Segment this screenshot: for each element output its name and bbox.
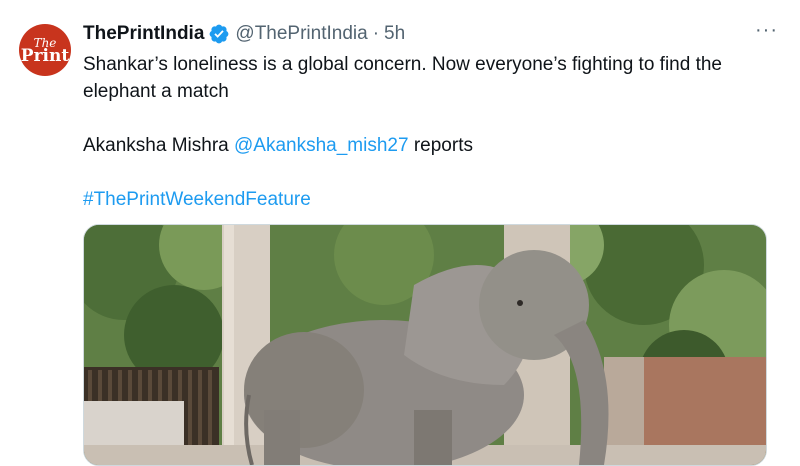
tweet-text: Shankar’s loneliness is a global concern…: [83, 51, 783, 213]
timestamp[interactable]: 5h: [384, 23, 405, 45]
elephant-photo: [84, 225, 766, 465]
tweet-header: ThePrintIndia @ThePrintIndia · 5h: [83, 21, 405, 47]
reporter-handle-link[interactable]: @Akanksha_mish27: [234, 135, 409, 156]
avatar[interactable]: The Print: [19, 24, 71, 76]
hashtag-link[interactable]: #ThePrintWeekendFeature: [83, 189, 311, 210]
avatar-logo-bottom: Print: [20, 46, 70, 66]
reporter-suffix: reports: [413, 135, 473, 156]
reporter-line: Akanksha Mishra @Akanksha_mish27 reports: [83, 132, 783, 159]
tweet-headline: Shankar’s loneliness is a global concern…: [83, 54, 722, 102]
reporter-name: Akanksha Mishra: [83, 135, 229, 156]
separator-dot: ·: [372, 23, 380, 44]
verified-badge-icon: [210, 24, 229, 44]
tweet-media-photo[interactable]: [83, 224, 767, 466]
author-name[interactable]: ThePrintIndia: [83, 23, 204, 45]
author-handle[interactable]: @ThePrintIndia: [235, 23, 367, 45]
more-options-icon[interactable]: ···: [755, 20, 778, 40]
